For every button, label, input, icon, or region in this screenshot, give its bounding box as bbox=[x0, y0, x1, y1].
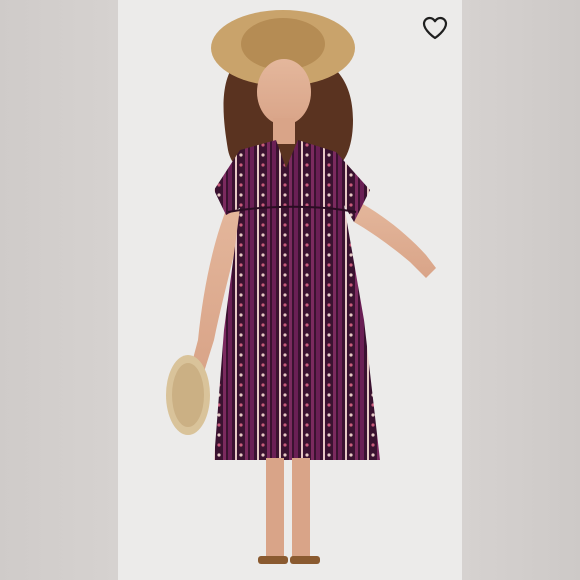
product-photo[interactable] bbox=[118, 0, 462, 580]
product-photo-illustration bbox=[166, 10, 436, 564]
blurred-backdrop-left bbox=[0, 0, 118, 580]
blurred-backdrop-right bbox=[462, 0, 580, 580]
product-image-viewer bbox=[0, 0, 580, 580]
heart-icon bbox=[422, 16, 448, 40]
favorite-button[interactable] bbox=[420, 14, 450, 42]
